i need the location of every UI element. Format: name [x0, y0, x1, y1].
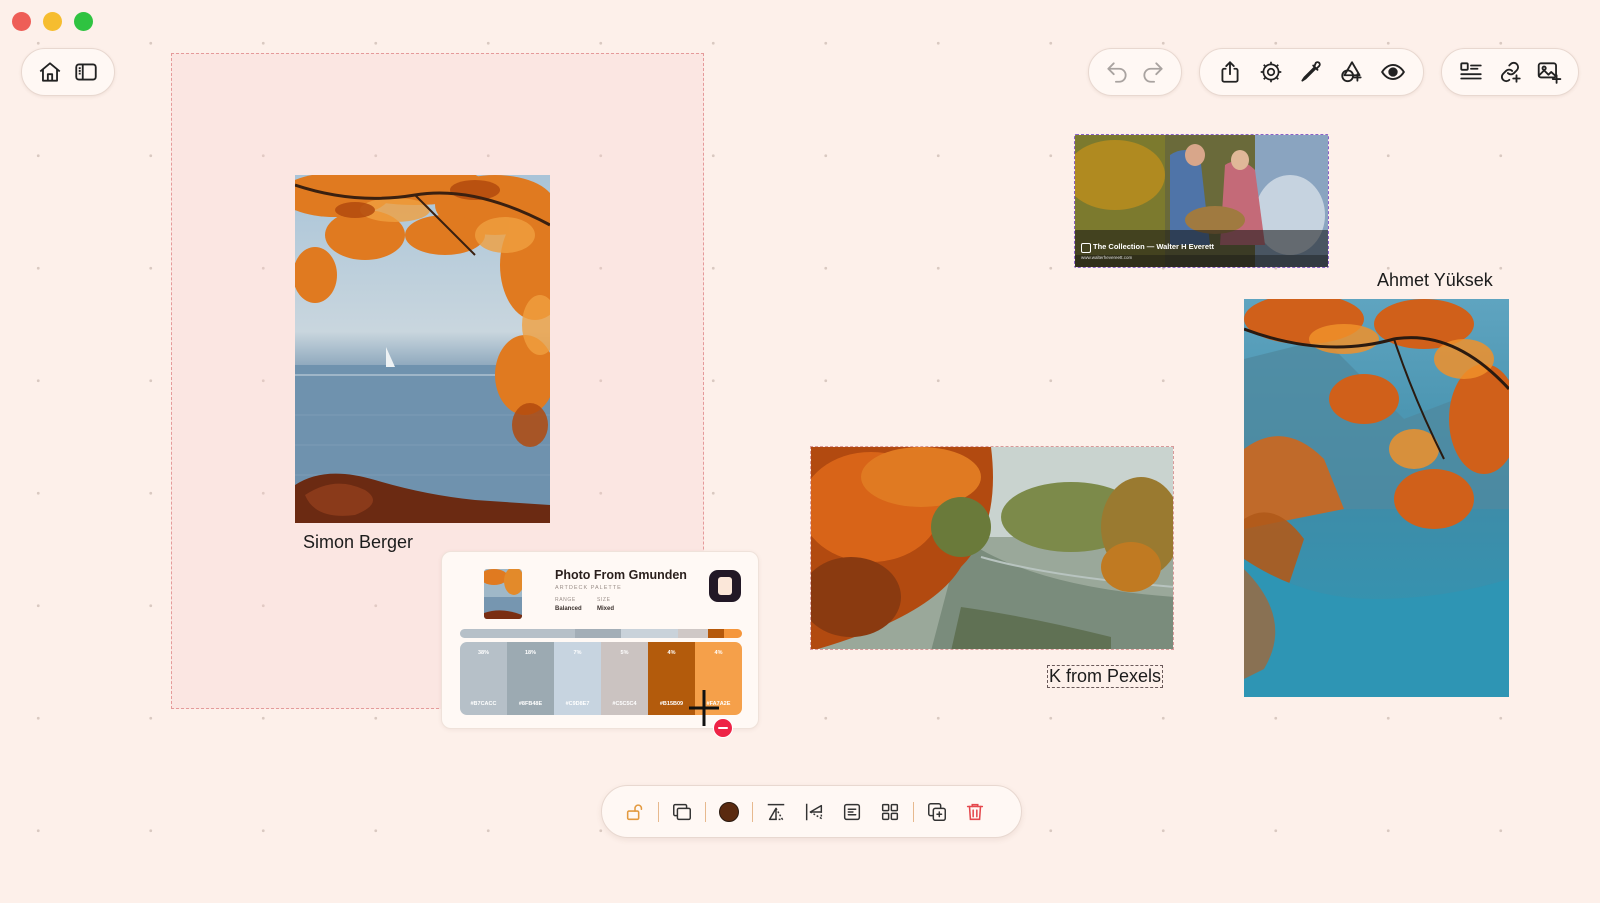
- sidebar-icon: [75, 63, 97, 81]
- palette-range-value: Balanced: [555, 606, 582, 612]
- palette-swatch[interactable]: 4% #B15B09: [648, 642, 695, 715]
- palette-distribution-bar: [460, 629, 742, 638]
- swatch-percent: 38%: [477, 650, 489, 656]
- unlock-icon: [626, 803, 643, 820]
- home-icon: [39, 62, 61, 82]
- duplicate-button[interactable]: [918, 794, 956, 830]
- caption-ahmet-yuksek[interactable]: Ahmet Yüksek: [1377, 270, 1493, 291]
- eyedropper-button[interactable]: [1294, 55, 1328, 89]
- toolbar-tools: [1199, 48, 1424, 96]
- mountain-lake-image: [1244, 299, 1509, 697]
- palette-swatch[interactable]: 7% #C9D8E7: [554, 642, 601, 715]
- link-card-walter-everett[interactable]: The Collection — Walter H Everett www.wa…: [1074, 134, 1329, 268]
- grid-button[interactable]: [871, 794, 909, 830]
- toolbar-divider: [913, 801, 914, 822]
- swatch-hex: #C9D8E7: [565, 701, 590, 707]
- palette-swatch[interactable]: 18% #8FB48E: [507, 642, 554, 715]
- layers-icon: [673, 803, 691, 820]
- link-card-url: www.walterhevereett.com: [1081, 255, 1133, 260]
- swatch-hex: #B15B09: [659, 701, 684, 707]
- swatch-percent: 7%: [573, 650, 582, 656]
- eyedropper-icon: [1301, 61, 1322, 82]
- palette-bar-segment: [460, 629, 575, 638]
- zoom-button[interactable]: [74, 12, 93, 31]
- color-swatch-icon: [719, 801, 739, 822]
- palette-subtitle: ARTDECK PALETTE: [555, 585, 622, 591]
- palette-bar-segment: [574, 629, 621, 638]
- redo-button[interactable]: [1136, 55, 1170, 89]
- palette-size-value: Mixed: [597, 606, 615, 612]
- palette-bar-segment: [678, 629, 708, 638]
- duplicate-icon: [928, 802, 946, 821]
- flip-vertical-button[interactable]: [757, 794, 795, 830]
- undo-icon: [1107, 62, 1127, 83]
- delete-button[interactable]: [956, 794, 994, 830]
- flip-vertical-icon: [767, 803, 785, 820]
- palette-bar-segment: [723, 629, 742, 638]
- adjust-button[interactable]: [833, 794, 871, 830]
- toolbar-navigation: [21, 48, 115, 96]
- photo-mountain-lake-leaves[interactable]: [1244, 299, 1509, 697]
- grid-icon: [881, 803, 899, 820]
- toolbar-history: [1088, 48, 1182, 96]
- toolbar-divider: [705, 801, 706, 822]
- share-button[interactable]: [1213, 55, 1247, 89]
- palette-title: Photo From Gmunden: [555, 568, 687, 582]
- palette-range-label: RANGE: [555, 597, 576, 603]
- swatch-percent: 4%: [667, 650, 676, 656]
- toolbar-divider: [752, 801, 753, 822]
- adjust-icon: [843, 803, 861, 820]
- caption-k-from-pexels[interactable]: K from Pexels: [1047, 665, 1164, 688]
- home-button[interactable]: [33, 55, 67, 89]
- add-shape-button[interactable]: [1335, 55, 1369, 89]
- palette-swatch[interactable]: 38% #B7CACC: [460, 642, 507, 715]
- add-link-button[interactable]: [1493, 55, 1527, 89]
- lake-sailboat-image: [295, 175, 550, 523]
- preview-button[interactable]: [1376, 55, 1410, 89]
- photo-river-autumn[interactable]: [810, 446, 1174, 650]
- toggle-sidebar-button[interactable]: [69, 55, 103, 89]
- close-button[interactable]: [12, 12, 31, 31]
- add-image-button[interactable]: [1532, 55, 1566, 89]
- share-icon: [1221, 61, 1239, 83]
- unlock-button[interactable]: [616, 794, 654, 830]
- add-text-button[interactable]: [1454, 55, 1488, 89]
- add-link-icon: [1500, 61, 1521, 83]
- palette-swatch[interactable]: 5% #C5C5C4: [601, 642, 648, 715]
- toolbar-insert: [1441, 48, 1579, 96]
- photo-lake-sailboat[interactable]: [295, 175, 550, 523]
- swatch-percent: 18%: [524, 650, 536, 656]
- redo-icon: [1143, 62, 1163, 83]
- settings-icon: [1260, 61, 1282, 83]
- undo-button[interactable]: [1100, 55, 1134, 89]
- river-autumn-image: [811, 447, 1173, 649]
- add-image-icon: [1537, 62, 1561, 84]
- add-text-icon: [1460, 62, 1482, 80]
- trash-icon: [966, 803, 984, 820]
- color-picker-button[interactable]: [710, 794, 748, 830]
- layers-button[interactable]: [663, 794, 701, 830]
- artdeck-app-icon: [709, 570, 741, 602]
- caption-simon-berger[interactable]: Simon Berger: [303, 532, 413, 553]
- swatch-hex: #B7CACC: [470, 701, 497, 707]
- add-shape-icon: [1341, 61, 1362, 83]
- swatch-hex: #8FB48E: [518, 701, 543, 707]
- link-icon: [1081, 243, 1091, 253]
- link-card-title: The Collection — Walter H Everett: [1093, 242, 1214, 251]
- remove-badge-icon[interactable]: [713, 718, 733, 738]
- swatch-percent: 4%: [714, 650, 723, 656]
- toolbar-divider: [658, 801, 659, 822]
- preview-eye-icon: [1380, 63, 1405, 81]
- minimize-button[interactable]: [43, 12, 62, 31]
- flip-horizontal-button[interactable]: [795, 794, 833, 830]
- settings-button[interactable]: [1254, 55, 1288, 89]
- flip-horizontal-icon: [805, 803, 823, 820]
- swatch-hex: #C5C5C4: [612, 701, 637, 707]
- palette-bar-segment: [707, 629, 724, 638]
- swatch-percent: 5%: [620, 650, 629, 656]
- palette-thumbnail: [484, 569, 522, 619]
- palette-size-label: SIZE: [597, 597, 611, 603]
- palette-bar-segment: [620, 629, 679, 638]
- bottom-toolbar: [601, 785, 1022, 838]
